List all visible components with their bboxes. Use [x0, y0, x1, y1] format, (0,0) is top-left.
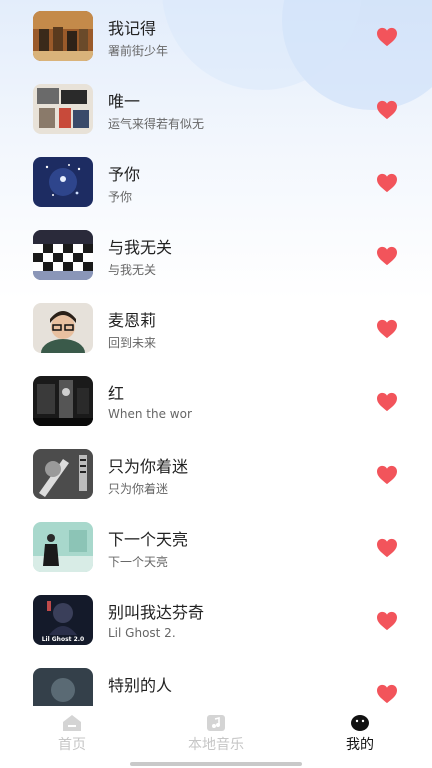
bottom-tab-bar: 首页 本地音乐 我的: [0, 706, 432, 768]
song-title: 特别的人: [108, 676, 173, 695]
music-folder-icon: [207, 715, 225, 731]
album-cover: [33, 84, 93, 134]
heart-icon[interactable]: [376, 392, 398, 412]
album-cover: [33, 11, 93, 61]
album-cover: [33, 522, 93, 572]
heart-icon[interactable]: [376, 611, 398, 631]
song-row[interactable]: 红 When the wor: [0, 376, 432, 449]
heart-icon[interactable]: [376, 246, 398, 266]
album-cover: [33, 230, 93, 280]
profile-face-icon: [351, 715, 369, 731]
cover-text: Lil Ghost 2.0: [42, 636, 85, 643]
heart-icon[interactable]: [376, 319, 398, 339]
tab-label: 我的: [346, 737, 374, 753]
song-title: 与我无关: [108, 238, 173, 257]
song-row[interactable]: 只为你着迷 只为你着迷: [0, 449, 432, 522]
home-indicator: [130, 762, 302, 766]
song-row[interactable]: Lil Ghost 2.0 别叫我达芬奇 Lil Ghost 2.: [0, 595, 432, 668]
song-title: 只为你着迷: [108, 457, 189, 476]
heart-icon[interactable]: [376, 684, 398, 704]
song-title: 别叫我达芬奇: [108, 603, 205, 622]
heart-icon[interactable]: [376, 173, 398, 193]
song-title: 予你: [108, 165, 141, 184]
tab-home[interactable]: 首页: [22, 714, 122, 758]
album-cover: [33, 157, 93, 207]
song-artist: 与我无关: [108, 263, 157, 277]
song-artist: 只为你着迷: [108, 482, 169, 496]
tab-mine[interactable]: 我的: [310, 714, 410, 758]
song-artist: 予你: [108, 190, 133, 204]
heart-icon[interactable]: [376, 100, 398, 120]
song-artist: 运气来得若有似无: [108, 117, 205, 131]
tab-label: 本地音乐: [188, 737, 244, 753]
song-title: 唯一: [108, 92, 141, 111]
song-row[interactable]: 下一个天亮 下一个天亮: [0, 522, 432, 595]
song-artist: When the wor: [108, 407, 192, 421]
song-row[interactable]: 唯一 运气来得若有似无: [0, 84, 432, 157]
song-artist: 署前街少年: [108, 44, 169, 58]
album-cover: [33, 303, 93, 353]
tab-local-music[interactable]: 本地音乐: [166, 714, 266, 758]
song-artist: 回到未来: [108, 336, 157, 350]
album-cover: [33, 376, 93, 426]
song-row[interactable]: 与我无关 与我无关: [0, 230, 432, 303]
song-row[interactable]: 麦恩莉 回到未来: [0, 303, 432, 376]
tab-label: 首页: [58, 737, 86, 753]
heart-icon[interactable]: [376, 27, 398, 47]
home-icon: [63, 715, 81, 731]
heart-icon[interactable]: [376, 538, 398, 558]
album-cover: [33, 449, 93, 499]
song-artist: 下一个天亮: [108, 555, 169, 569]
song-title: 麦恩莉: [108, 311, 157, 330]
app-screen: 我记得 署前街少年 唯一 运气来得若有似无 予你 予你 与我无关 与我无关 麦恩…: [0, 0, 432, 768]
song-row[interactable]: 我记得 署前街少年: [0, 11, 432, 84]
song-title: 红: [108, 384, 125, 403]
album-cover: Lil Ghost 2.0: [33, 595, 93, 645]
song-title: 下一个天亮: [108, 530, 189, 549]
heart-icon[interactable]: [376, 465, 398, 485]
song-row[interactable]: 予你 予你: [0, 157, 432, 230]
song-title: 我记得: [108, 19, 157, 38]
song-artist: Lil Ghost 2.: [108, 626, 176, 640]
